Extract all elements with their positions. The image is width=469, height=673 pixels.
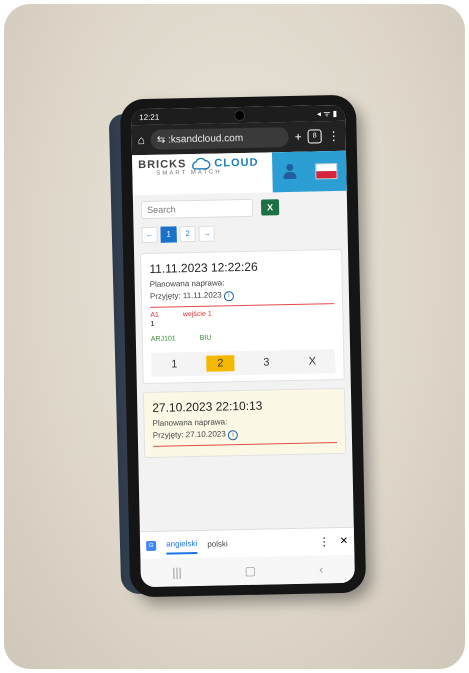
repair-card[interactable]: 27.10.2023 22:10:13 Planowana naprawa: P… — [142, 387, 347, 459]
card-accepted-date: Przyjęty: 11.11.2023 — [149, 290, 222, 301]
card-accepted-date: Przyjęty: 27.10.2023 — [152, 429, 226, 440]
status-icons: ◂ ᯤ ▮ — [316, 108, 338, 118]
pagination: ← 1 2 → — [133, 221, 347, 251]
translate-close-icon[interactable]: ✕ — [340, 536, 349, 547]
card-date: 27.10.2023 22:10:13 — [152, 398, 263, 415]
card-date: 11.11.2023 12:22:26 — [149, 259, 258, 276]
repair-card[interactable]: 11.11.2023 12:22:26 Planowana naprawa: P… — [140, 248, 345, 385]
cloud-logo-icon — [192, 157, 211, 170]
card-planned-repair: Planowana naprawa: — [152, 417, 228, 428]
page-1-button[interactable]: 1 — [160, 226, 177, 243]
back-icon[interactable]: ‹ — [319, 562, 323, 576]
info-icon[interactable]: i — [227, 430, 239, 441]
new-tab-icon[interactable]: + — [294, 130, 301, 144]
user-icon[interactable] — [282, 163, 297, 180]
site-header: BRICKS CLOUD SMART MATCH — [131, 150, 347, 196]
home-nav-icon[interactable]: ▢ — [245, 564, 257, 578]
option-1-button[interactable]: 1 — [160, 356, 188, 373]
android-nav-bar: ||| ▢ ‹ — [140, 554, 355, 588]
phone-screen: 12:21 ◂ ᯤ ▮ ⌂ ⇆ :ksandcloud.com + 8 ⋮ BR… — [131, 104, 355, 588]
site-logo[interactable]: BRICKS CLOUD SMART MATCH — [132, 152, 273, 195]
lang-english-tab[interactable]: angielski — [165, 535, 198, 555]
result-selector: 1 2 3 X — [151, 349, 336, 377]
card-divider — [150, 303, 335, 308]
search-input[interactable] — [140, 198, 254, 220]
excel-export-icon[interactable]: X — [260, 199, 280, 216]
option-x-button[interactable]: X — [298, 353, 326, 370]
page-next-button[interactable]: → — [198, 225, 215, 242]
home-icon[interactable]: ⌂ — [138, 133, 146, 147]
header-actions — [271, 150, 347, 193]
lang-polish-tab[interactable]: polski — [207, 535, 228, 552]
status-time: 12:21 — [139, 112, 160, 122]
card-color: BIU — [199, 334, 212, 342]
card-accepted-line: Przyjęty: 27.10.2023 i — [153, 427, 337, 442]
phone-body: 12:21 ◂ ᯤ ▮ ⌂ ⇆ :ksandcloud.com + 8 ⋮ BR… — [119, 94, 367, 598]
card-code: A1 — [150, 311, 159, 319]
search-toolbar: X — [133, 191, 348, 225]
card-accepted-line: Przyjęty: 11.11.2023 i — [150, 288, 334, 303]
info-icon[interactable]: i — [223, 291, 235, 302]
card-value: 1 — [150, 320, 155, 328]
logo-subtitle: SMART MATCH — [156, 169, 222, 177]
polish-flag-icon[interactable] — [314, 162, 338, 180]
card-part-number: ARJ101 — [150, 335, 176, 343]
page-prev-button[interactable]: ← — [141, 226, 158, 244]
card-entry: wejście 1 — [182, 310, 212, 319]
photo-background: 12:21 ◂ ᯤ ▮ ⌂ ⇆ :ksandcloud.com + 8 ⋮ BR… — [4, 4, 465, 669]
recents-icon[interactable]: ||| — [172, 565, 182, 579]
browser-toolbar: ⌂ ⇆ :ksandcloud.com + 8 ⋮ — [131, 120, 346, 156]
browser-menu-icon[interactable]: ⋮ — [327, 129, 339, 143]
logo-right-text: CLOUD — [214, 156, 259, 170]
logo-left-text: BRICKS — [138, 158, 187, 172]
url-text: ⇆ :ksandcloud.com — [156, 132, 244, 146]
google-translate-icon[interactable]: G — [146, 540, 157, 551]
page-2-button[interactable]: 2 — [179, 225, 196, 243]
translate-bar: G angielski polski ⋮ ✕ — [139, 526, 355, 560]
option-3-button[interactable]: 3 — [252, 354, 280, 371]
card-divider — [153, 442, 338, 447]
option-2-button[interactable]: 2 — [206, 355, 235, 372]
address-bar[interactable]: ⇆ :ksandcloud.com — [150, 127, 289, 150]
translate-more-icon[interactable]: ⋮ — [319, 535, 330, 548]
tab-switcher-icon[interactable]: 8 — [307, 129, 322, 144]
card-planned-repair: Planowana naprawa: — [149, 278, 225, 289]
